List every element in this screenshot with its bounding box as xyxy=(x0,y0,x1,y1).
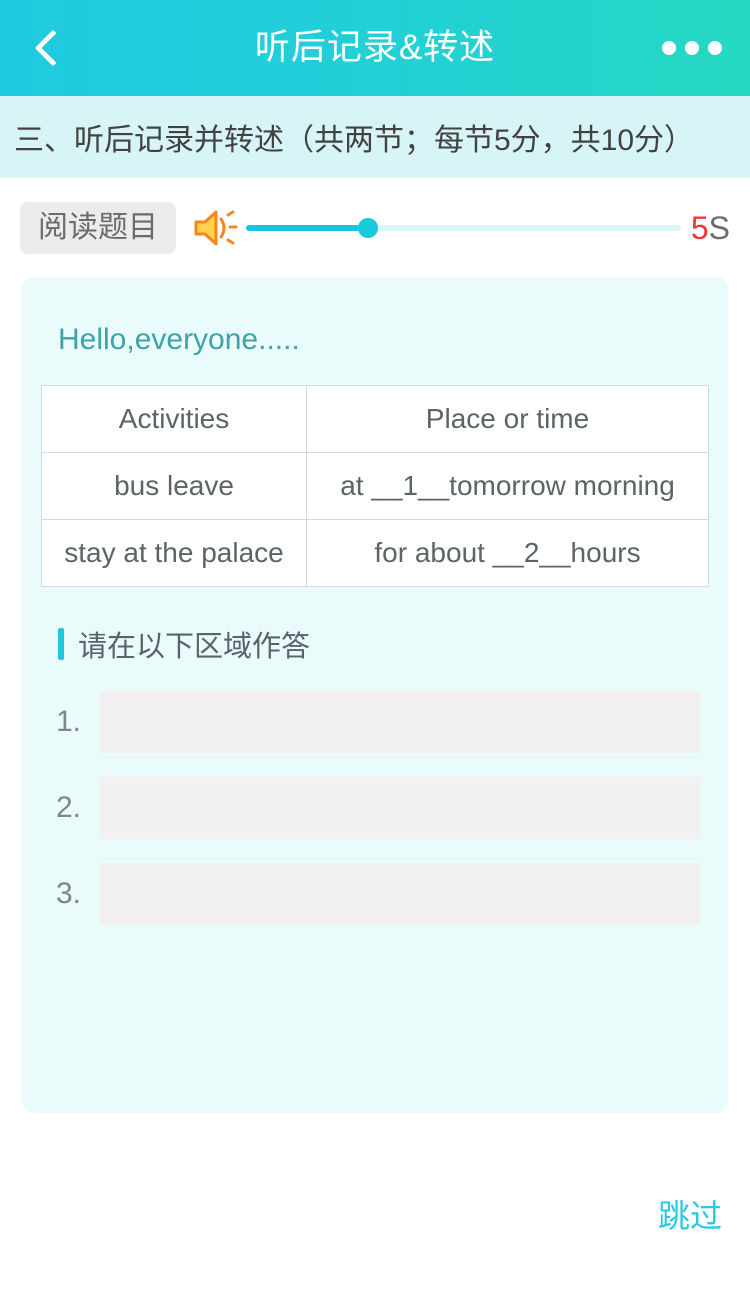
answer-number-3: 3. xyxy=(56,877,82,910)
audio-progress-slider[interactable] xyxy=(246,208,681,248)
notes-table: Activities Place or time bus leave at __… xyxy=(41,385,709,587)
ellipsis-icon-dot-2 xyxy=(685,41,699,55)
more-options-button[interactable] xyxy=(652,0,732,96)
answer-input-2[interactable] xyxy=(100,777,700,839)
answer-row-3: 3. xyxy=(40,863,710,925)
table-cell-place-1: at __1__tomorrow morning xyxy=(306,452,709,520)
table-row: bus leave at __1__tomorrow morning xyxy=(41,452,709,520)
timer-unit: S xyxy=(708,209,730,246)
table-cell-activity-2: stay at the palace xyxy=(41,519,307,587)
answer-input-3[interactable] xyxy=(100,863,700,925)
answer-area-heading: 请在以下区域作答 xyxy=(58,623,710,665)
app-header: 听后记录&转述 xyxy=(0,0,750,96)
page-title: 听后记录&转述 xyxy=(254,28,496,67)
countdown-timer: 5S xyxy=(691,210,730,247)
answer-heading-text: 请在以下区域作答 xyxy=(78,631,311,663)
audio-control-row: 阅读题目 5S xyxy=(0,178,750,278)
slider-fill xyxy=(246,225,368,231)
heading-accent-bar xyxy=(58,628,64,660)
section-title-band: 三、听后记录并转述（共两节；每节5分，共10分） xyxy=(0,96,750,178)
greeting-text: Hello,everyone..... xyxy=(58,323,300,356)
chevron-left-icon xyxy=(34,29,72,67)
footer-bar: 跳过 xyxy=(0,1113,750,1300)
skip-button[interactable]: 跳过 xyxy=(658,1191,722,1237)
timer-value: 5 xyxy=(690,209,709,246)
table-cell-activity-1: bus leave xyxy=(41,452,307,520)
speaker-icon[interactable] xyxy=(192,207,238,249)
back-button[interactable] xyxy=(18,0,88,96)
table-header-activities: Activities xyxy=(41,385,307,453)
read-question-button[interactable]: 阅读题目 xyxy=(20,201,176,255)
answer-number-2: 2. xyxy=(56,791,82,824)
table-row: stay at the palace for about __2__hours xyxy=(41,519,709,587)
answer-input-1[interactable] xyxy=(100,691,700,753)
answer-row-1: 1. xyxy=(40,691,710,753)
ellipsis-icon-dot-3 xyxy=(708,41,722,55)
table-cell-place-2: for about __2__hours xyxy=(306,519,709,587)
ellipsis-icon-dot-1 xyxy=(662,41,676,55)
answer-row-2: 2. xyxy=(40,777,710,839)
section-title-text: 三、听后记录并转述（共两节；每节5分，共10分） xyxy=(14,124,695,157)
table-row: Activities Place or time xyxy=(41,385,709,453)
slider-thumb[interactable] xyxy=(357,218,378,238)
answer-list: 1. 2. 3. xyxy=(40,691,710,925)
content-card: Hello,everyone..... Activities Place or … xyxy=(22,277,728,1113)
answer-number-1: 1. xyxy=(56,705,82,738)
table-header-place-or-time: Place or time xyxy=(306,385,709,453)
